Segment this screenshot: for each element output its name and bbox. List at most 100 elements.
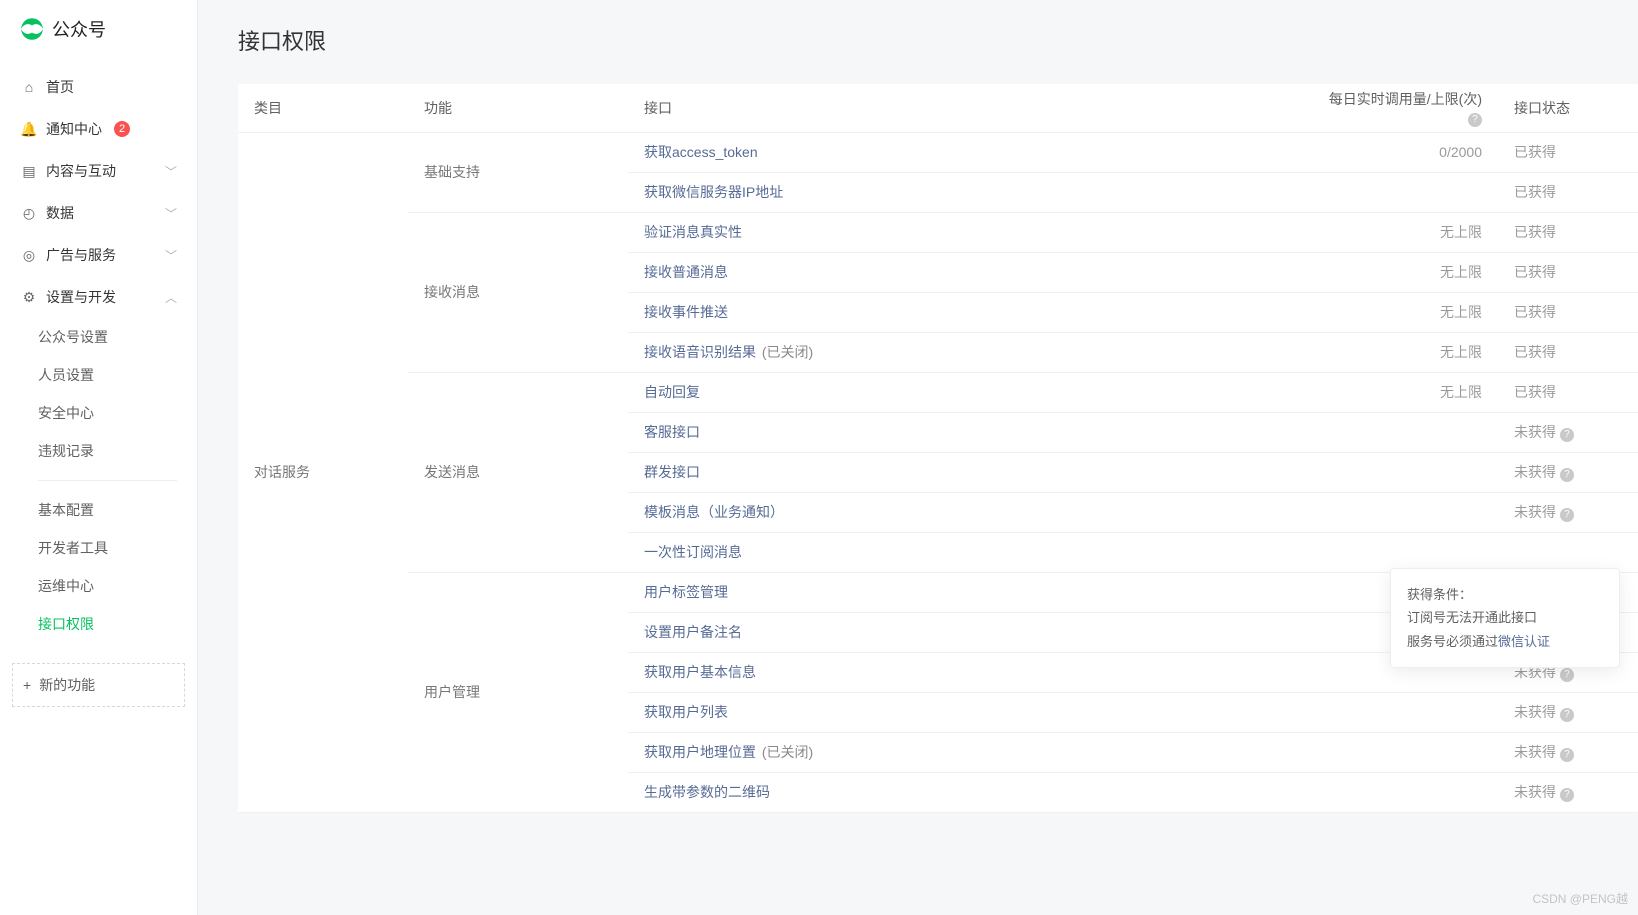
cell-api: 获取用户地理位置 (已关闭) — [628, 732, 1308, 772]
api-link-user-remark[interactable]: 设置用户备注名 — [644, 624, 742, 640]
api-link-recv-voice[interactable]: 接收语音识别结果 — [644, 344, 756, 360]
brand-name: 公众号 — [52, 16, 106, 42]
api-suffix-closed: (已关闭) — [762, 344, 813, 360]
api-link-access-token[interactable]: 获取access_token — [644, 144, 758, 160]
sidebar-item-label: 首页 — [46, 77, 74, 97]
api-link-user-list[interactable]: 获取用户列表 — [644, 704, 728, 720]
cell-quota: 无上限 — [1308, 252, 1498, 292]
api-link-cs-api[interactable]: 客服接口 — [644, 424, 700, 440]
cell-status: 未获得? — [1498, 452, 1638, 492]
cell-quota: 无上限 — [1308, 292, 1498, 332]
chevron-down-icon: ﹀ — [165, 205, 177, 222]
table-row: 对话服务 基础支持 获取access_token 0/2000 已获得 — [238, 132, 1638, 172]
cell-category: 对话服务 — [238, 132, 408, 812]
main-content: 接口权限 类目 功能 接口 每日实时调用量/上限(次) ? 接口状态 — [198, 0, 1638, 915]
bell-icon: 🔔 — [20, 121, 38, 138]
sidebar-item-content[interactable]: ▤ 内容与互动 ﹀ — [10, 150, 187, 192]
cell-api: 设置用户备注名 — [628, 612, 1308, 652]
cell-status: 已获得 — [1498, 372, 1638, 412]
api-link-user-geo[interactable]: 获取用户地理位置 — [644, 744, 756, 760]
cell-api: 获取用户列表 — [628, 692, 1308, 732]
cell-api: 客服接口 — [628, 412, 1308, 452]
cell-api: 获取微信服务器IP地址 — [628, 172, 1308, 212]
gear-icon: ⚙ — [20, 289, 38, 306]
api-link-mass-send[interactable]: 群发接口 — [644, 464, 700, 480]
subnav-basic-config[interactable]: 基本配置 — [38, 491, 197, 529]
cell-status: 未获得? — [1498, 692, 1638, 732]
subnav-staff-settings[interactable]: 人员设置 — [38, 356, 197, 394]
cell-status: 已获得 — [1498, 332, 1638, 372]
table-row: 发送消息 自动回复 无上限 已获得 — [238, 372, 1638, 412]
tooltip-line: 订阅号无法开通此接口 — [1407, 606, 1603, 629]
sidebar-new-feature[interactable]: + 新的功能 — [12, 663, 185, 707]
help-icon[interactable]: ? — [1560, 508, 1574, 522]
sidebar-item-ads[interactable]: ◎ 广告与服务 ﹀ — [10, 234, 187, 276]
sidebar-item-settings[interactable]: ⚙ 设置与开发 ﹀ — [10, 276, 187, 318]
help-icon[interactable]: ? — [1468, 113, 1482, 127]
sidebar-item-label: 内容与互动 — [46, 161, 116, 181]
help-icon[interactable]: ? — [1560, 748, 1574, 762]
status-text: 未获得 — [1514, 464, 1556, 480]
cell-status — [1498, 532, 1638, 572]
new-feature-label: 新的功能 — [39, 675, 95, 695]
help-icon[interactable]: ? — [1560, 788, 1574, 802]
table-header-row: 类目 功能 接口 每日实时调用量/上限(次) ? 接口状态 — [238, 84, 1638, 132]
help-icon[interactable]: ? — [1560, 708, 1574, 722]
subnav-violation-record[interactable]: 违规记录 — [38, 432, 197, 470]
cell-quota: 无上限 — [1308, 212, 1498, 252]
subnav-dev-tools[interactable]: 开发者工具 — [38, 529, 197, 567]
api-link-recv-normal[interactable]: 接收普通消息 — [644, 264, 728, 280]
api-link-param-qr[interactable]: 生成带参数的二维码 — [644, 784, 770, 800]
cell-function: 基础支持 — [408, 132, 628, 212]
cell-quota — [1308, 172, 1498, 212]
cell-quota — [1308, 772, 1498, 812]
col-quota: 每日实时调用量/上限(次) ? — [1308, 84, 1498, 132]
api-link-verify-msg[interactable]: 验证消息真实性 — [644, 224, 742, 240]
subnav-api-permission[interactable]: 接口权限 — [38, 605, 197, 643]
api-link-user-info[interactable]: 获取用户基本信息 — [644, 664, 756, 680]
status-text: 未获得 — [1514, 504, 1556, 520]
cell-quota — [1308, 452, 1498, 492]
page-title: 接口权限 — [238, 24, 1638, 56]
watermark: CSDN @PENG越 — [1532, 890, 1628, 907]
cell-api: 用户标签管理 — [628, 572, 1308, 612]
col-api: 接口 — [628, 84, 1308, 132]
wechat-mp-logo-icon — [20, 17, 44, 41]
cell-api: 获取access_token — [628, 132, 1308, 172]
sidebar-item-label: 数据 — [46, 203, 74, 223]
cell-function: 用户管理 — [408, 572, 628, 812]
chevron-up-icon: ﹀ — [165, 289, 177, 306]
api-link-server-ip[interactable]: 获取微信服务器IP地址 — [644, 184, 783, 200]
api-link-auto-reply[interactable]: 自动回复 — [644, 384, 700, 400]
tooltip-link-wechat-verify[interactable]: 微信认证 — [1498, 634, 1550, 649]
sidebar-item-data[interactable]: ◴ 数据 ﹀ — [10, 192, 187, 234]
help-icon[interactable]: ? — [1560, 468, 1574, 482]
cell-status: 未获得? — [1498, 772, 1638, 812]
subnav-security-center[interactable]: 安全中心 — [38, 394, 197, 432]
col-status: 接口状态 — [1498, 84, 1638, 132]
cell-status: 未获得? — [1498, 492, 1638, 532]
cell-status: 已获得 — [1498, 132, 1638, 172]
api-link-recv-event[interactable]: 接收事件推送 — [644, 304, 728, 320]
api-permission-table: 类目 功能 接口 每日实时调用量/上限(次) ? 接口状态 对话服务 — [238, 84, 1638, 813]
sidebar-item-notice[interactable]: 🔔 通知中心 2 — [10, 108, 187, 150]
subnav-account-settings[interactable]: 公众号设置 — [38, 318, 197, 356]
help-icon[interactable]: ? — [1560, 668, 1574, 682]
cell-api: 群发接口 — [628, 452, 1308, 492]
cell-api: 一次性订阅消息 — [628, 532, 1308, 572]
api-permission-panel: 类目 功能 接口 每日实时调用量/上限(次) ? 接口状态 对话服务 — [238, 84, 1638, 813]
tooltip-title: 获得条件： — [1407, 583, 1603, 606]
api-link-user-tag[interactable]: 用户标签管理 — [644, 584, 728, 600]
api-link-one-sub-msg[interactable]: 一次性订阅消息 — [644, 544, 742, 560]
sidebar-item-label: 设置与开发 — [46, 287, 116, 307]
cell-api: 验证消息真实性 — [628, 212, 1308, 252]
table-row: 接收消息 验证消息真实性 无上限 已获得 — [238, 212, 1638, 252]
cell-quota — [1308, 532, 1498, 572]
help-icon[interactable]: ? — [1560, 428, 1574, 442]
sidebar-item-home[interactable]: ⌂ 首页 — [10, 66, 187, 108]
subnav-ops-center[interactable]: 运维中心 — [38, 567, 197, 605]
sidebar-item-label: 通知中心 — [46, 119, 102, 139]
tooltip-line: 服务号必须通过微信认证 — [1407, 630, 1603, 653]
api-link-template-msg[interactable]: 模板消息（业务通知） — [644, 504, 784, 520]
tooltip-text: 服务号必须通过 — [1407, 634, 1498, 649]
